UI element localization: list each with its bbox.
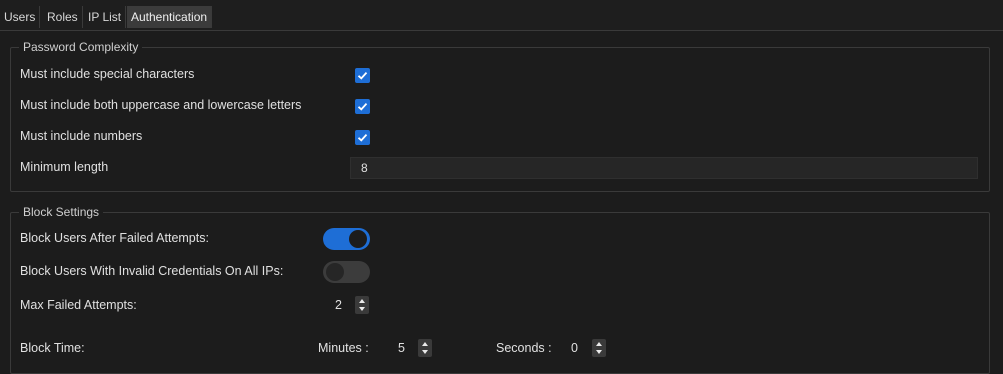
tab-ip-list[interactable]: IP List	[84, 6, 127, 28]
seconds-value[interactable]: 0	[571, 341, 578, 355]
block-failed-label: Block Users After Failed Attempts:	[20, 231, 209, 245]
block-time-label: Block Time:	[20, 341, 85, 355]
tab-roles[interactable]: Roles	[43, 6, 83, 28]
tab-authentication[interactable]: Authentication	[127, 6, 213, 28]
checkmark-icon	[357, 133, 368, 142]
block-invalid-toggle[interactable]	[323, 261, 370, 283]
min-length-label: Minimum length	[20, 160, 109, 174]
minutes-spinner[interactable]	[418, 339, 432, 357]
checkmark-icon	[357, 102, 368, 111]
block-invalid-label: Block Users With Invalid Credentials On …	[20, 264, 284, 278]
minutes-label: Minutes :	[318, 341, 369, 355]
max-failed-label: Max Failed Attempts:	[20, 298, 137, 312]
max-failed-spinner[interactable]	[355, 296, 369, 314]
special-chars-checkbox[interactable]	[355, 68, 370, 83]
tab-users[interactable]: Users	[0, 6, 41, 28]
numbers-label: Must include numbers	[20, 129, 143, 143]
checkmark-icon	[357, 71, 368, 80]
seconds-label: Seconds :	[496, 341, 552, 355]
min-length-input[interactable]: 8	[350, 157, 978, 179]
password-complexity-title: Password Complexity	[19, 40, 143, 54]
max-failed-value[interactable]: 2	[335, 298, 342, 312]
spinner-arrows-icon	[359, 299, 365, 311]
special-chars-label: Must include special characters	[20, 67, 195, 81]
tab-bar: Users Roles IP List Authentication	[0, 0, 1003, 31]
block-failed-toggle[interactable]	[323, 228, 370, 250]
minutes-value[interactable]: 5	[398, 341, 405, 355]
mixed-case-checkbox[interactable]	[355, 99, 370, 114]
mixed-case-label: Must include both uppercase and lowercas…	[20, 98, 302, 112]
toggle-knob	[349, 230, 367, 248]
spinner-arrows-icon	[422, 342, 428, 354]
spinner-arrows-icon	[596, 342, 602, 354]
numbers-checkbox[interactable]	[355, 130, 370, 145]
toggle-knob	[326, 263, 344, 281]
block-settings-title: Block Settings	[19, 205, 104, 219]
seconds-spinner[interactable]	[592, 339, 606, 357]
